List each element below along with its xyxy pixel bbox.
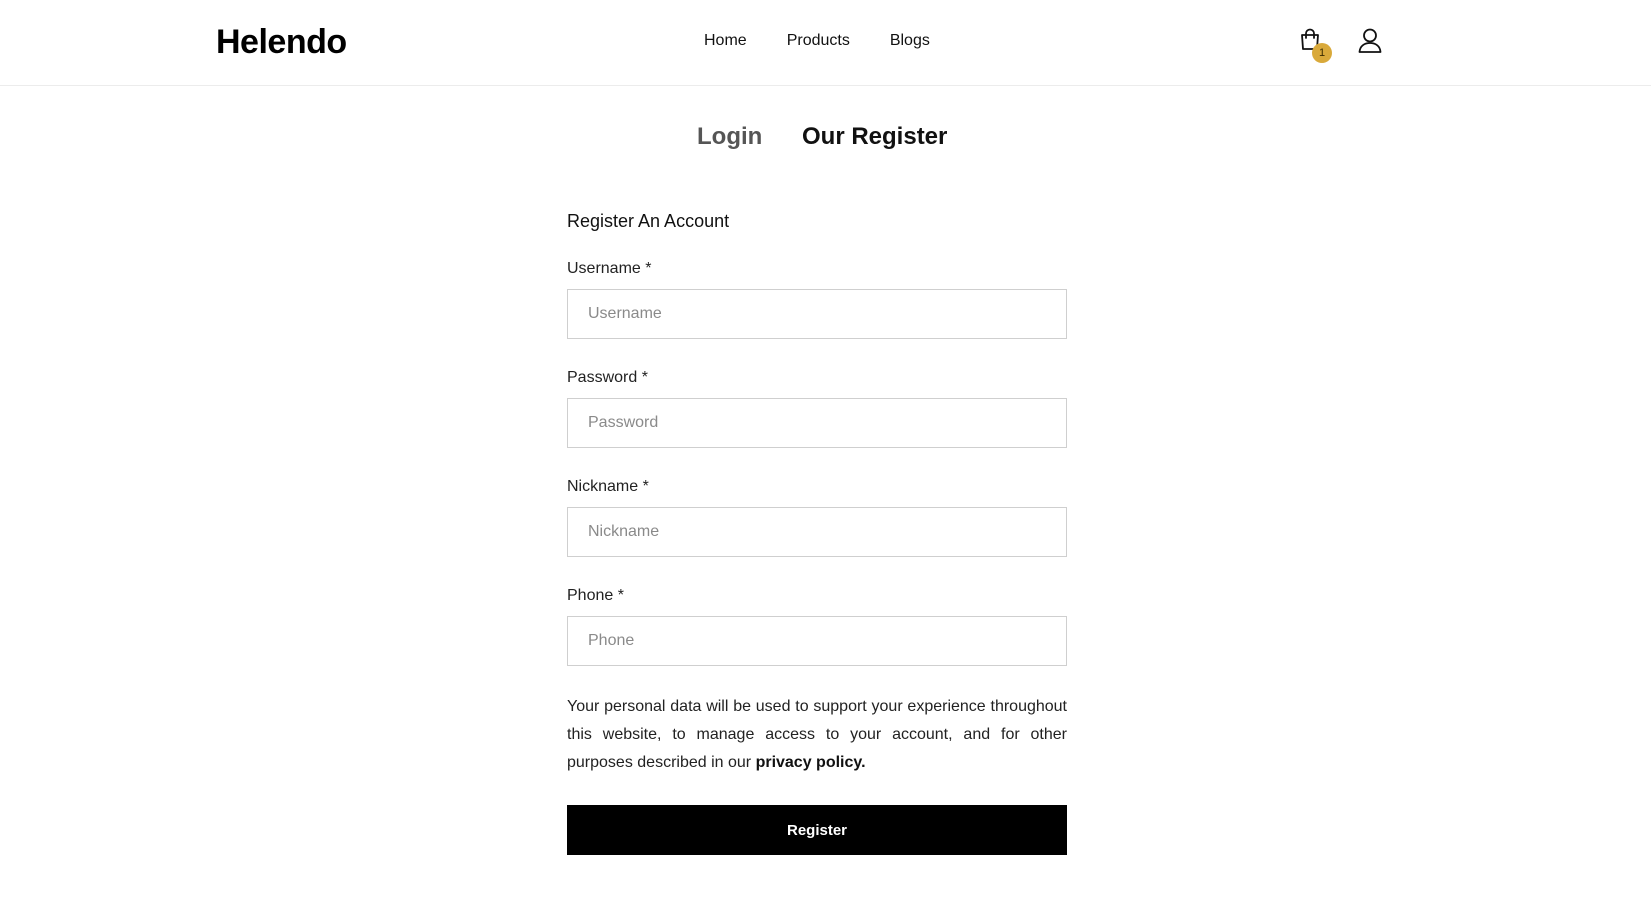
username-input[interactable] (567, 289, 1067, 339)
cart-button[interactable]: 1 (1299, 28, 1333, 64)
privacy-policy-link[interactable]: privacy policy. (756, 754, 866, 771)
site-logo[interactable]: Helendo (216, 20, 347, 64)
nav-link-products[interactable]: Products (787, 30, 850, 52)
form-title: Register An Account (567, 211, 730, 231)
privacy-notice: Your personal data will be used to suppo… (567, 693, 1067, 777)
user-icon (1358, 28, 1382, 53)
main-nav: Home Products Blogs (704, 30, 930, 52)
phone-input[interactable] (567, 616, 1067, 666)
cart-count-badge: 1 (1312, 43, 1332, 63)
register-form: Register An Account Username * Password … (567, 204, 1067, 855)
password-label: Password * (567, 369, 648, 386)
nickname-label: Nickname * (567, 478, 649, 495)
password-input[interactable] (567, 398, 1067, 448)
register-button[interactable]: Register (567, 805, 1067, 855)
nav-link-blogs[interactable]: Blogs (890, 30, 930, 52)
tab-login[interactable]: Login (697, 118, 762, 156)
phone-label: Phone * (567, 587, 624, 604)
account-button[interactable] (1357, 27, 1383, 55)
auth-tabs: Login Our Register (0, 118, 1651, 158)
site-header: Helendo Home Products Blogs 1 (0, 0, 1651, 86)
tab-register[interactable]: Our Register (802, 118, 947, 156)
nav-link-home[interactable]: Home (704, 30, 747, 52)
username-label: Username * (567, 260, 652, 277)
nickname-input[interactable] (567, 507, 1067, 557)
